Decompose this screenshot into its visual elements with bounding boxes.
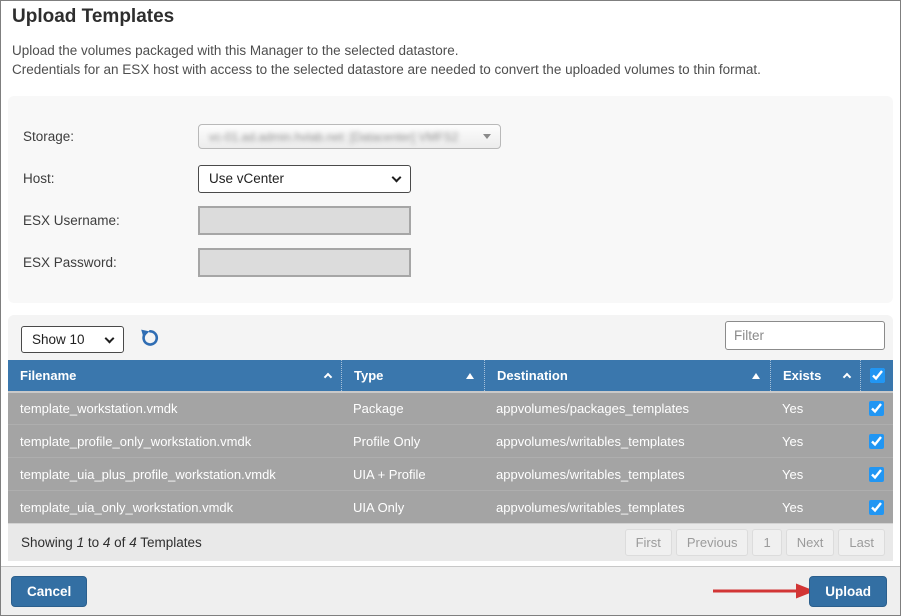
host-label: Host: [23,171,198,186]
cell-filename: template_workstation.vmdk [8,393,341,424]
show-entries-select[interactable]: Show 10 [21,326,124,353]
pagination-last-button[interactable]: Last [838,529,885,556]
cancel-button[interactable]: Cancel [11,576,87,607]
cell-select [860,491,893,523]
storage-label: Storage: [23,129,198,144]
esx-password-field [198,248,411,277]
esx-password-label: ESX Password: [23,255,198,270]
table-header-row: Filename Type Destination Exists [8,360,893,391]
refresh-button[interactable] [140,328,160,348]
summary-text: Templates [140,535,202,550]
chevron-down-icon [105,333,115,343]
cell-destination: appvolumes/writables_templates [484,425,770,457]
pagination-next-button[interactable]: Next [786,529,835,556]
storage-select-value: vc-01.ad.admin.hvlab.net: [Datacenter] V… [209,130,458,144]
row-checkbox[interactable] [869,401,884,416]
cell-select [860,393,893,424]
summary-from: 1 [77,535,85,550]
pagination: First Previous 1 Next Last [625,529,885,556]
upload-templates-dialog: Upload Templates Upload the volumes pack… [0,0,901,616]
upload-button[interactable]: Upload [809,576,887,607]
column-header-filename[interactable]: Filename [8,360,341,391]
table-body: template_workstation.vmdk Package appvol… [8,391,893,523]
upload-form-panel: Storage: vc-01.ad.admin.hvlab.net: [Data… [8,96,893,303]
storage-select: vc-01.ad.admin.hvlab.net: [Datacenter] V… [198,124,501,149]
column-header-type[interactable]: Type [341,360,484,391]
summary-to: 4 [103,535,111,550]
column-label: Type [354,368,383,383]
showing-summary: Showing 1 to 4 of 4 Templates [21,535,202,550]
refresh-icon [140,336,160,351]
sort-chevron-icon [324,373,332,381]
cell-type: Profile Only [341,425,484,457]
templates-table-panel: Show 10 Filename Type [8,315,893,561]
table-row[interactable]: template_workstation.vmdk Package appvol… [8,391,893,424]
pagination-page-1-button[interactable]: 1 [752,529,781,556]
esx-username-row: ESX Username: [23,206,893,235]
description-line-2: Credentials for an ESX host with access … [12,60,761,79]
pagination-previous-button[interactable]: Previous [676,529,749,556]
table-toolbar: Show 10 [8,315,893,360]
column-header-exists[interactable]: Exists [770,360,860,391]
cell-filename: template_profile_only_workstation.vmdk [8,425,341,457]
cell-exists: Yes [770,425,860,457]
description-line-1: Upload the volumes packaged with this Ma… [12,41,761,60]
filter-input[interactable] [725,321,885,350]
column-label: Destination [497,368,568,383]
cell-exists: Yes [770,393,860,424]
cell-exists: Yes [770,491,860,523]
dropdown-triangle-icon [483,134,491,139]
table-footer: Showing 1 to 4 of 4 Templates First Prev… [8,523,893,561]
cell-destination: appvolumes/writables_templates [484,458,770,490]
summary-text: Showing [21,535,73,550]
column-label: Filename [20,368,76,383]
chevron-down-icon [392,172,402,182]
cell-select [860,458,893,490]
cell-filename: template_uia_only_workstation.vmdk [8,491,341,523]
host-select[interactable]: Use vCenter [198,165,411,193]
summary-text: to [88,535,99,550]
esx-username-label: ESX Username: [23,213,198,228]
table-row[interactable]: template_uia_plus_profile_workstation.vm… [8,457,893,490]
cell-exists: Yes [770,458,860,490]
cell-destination: appvolumes/writables_templates [484,491,770,523]
summary-text: of [114,535,125,550]
row-checkbox[interactable] [869,434,884,449]
page-title: Upload Templates [12,6,174,28]
select-all-checkbox[interactable] [870,368,885,383]
cell-select [860,425,893,457]
host-row: Host: Use vCenter [23,164,893,193]
row-checkbox[interactable] [869,467,884,482]
table-row[interactable]: template_uia_only_workstation.vmdk UIA O… [8,490,893,523]
esx-username-field [198,206,411,235]
esx-password-row: ESX Password: [23,248,893,277]
column-header-select-all [860,360,893,391]
sort-triangle-icon [466,373,474,379]
table-row[interactable]: template_profile_only_workstation.vmdk P… [8,424,893,457]
cell-type: UIA Only [341,491,484,523]
sort-triangle-icon [752,373,760,379]
show-entries-value: Show 10 [32,332,85,347]
action-bar: Cancel Upload [1,566,900,615]
storage-row: Storage: vc-01.ad.admin.hvlab.net: [Data… [23,122,893,151]
column-label: Exists [783,368,821,383]
cell-filename: template_uia_plus_profile_workstation.vm… [8,458,341,490]
pagination-first-button[interactable]: First [625,529,672,556]
annotation-arrow-icon [711,582,816,605]
cell-type: UIA + Profile [341,458,484,490]
host-select-value: Use vCenter [209,171,284,186]
cell-type: Package [341,393,484,424]
summary-total: 4 [129,535,137,550]
cell-destination: appvolumes/packages_templates [484,393,770,424]
column-header-destination[interactable]: Destination [484,360,770,391]
row-checkbox[interactable] [869,500,884,515]
sort-chevron-icon [843,373,851,381]
page-description: Upload the volumes packaged with this Ma… [12,41,761,79]
